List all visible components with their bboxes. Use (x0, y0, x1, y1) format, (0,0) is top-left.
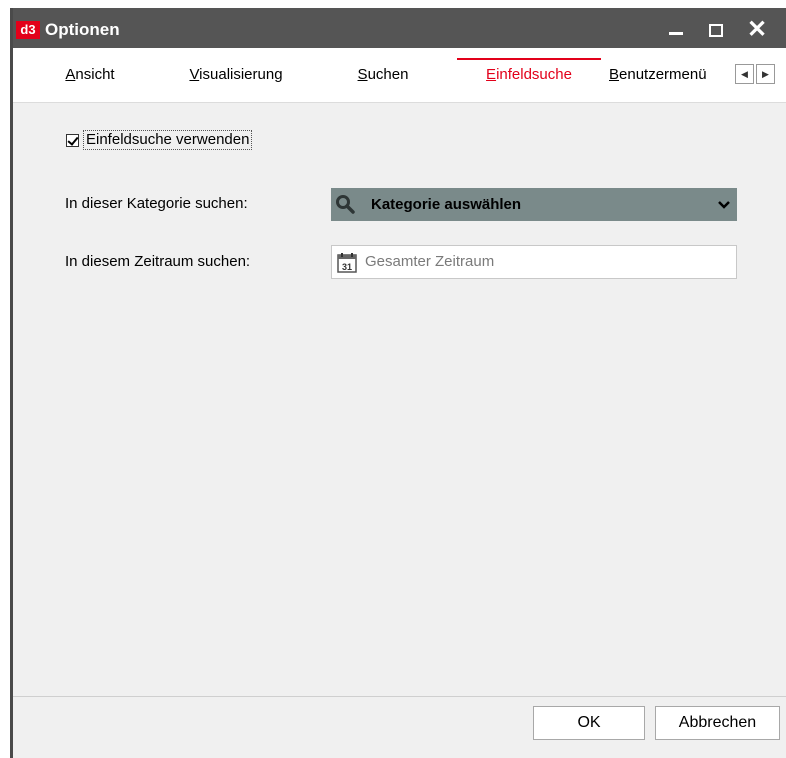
cancel-button[interactable]: Abbrechen (655, 706, 780, 740)
title-bar: d3 Optionen ✕ (13, 8, 786, 48)
minimize-button[interactable] (659, 16, 693, 44)
category-dropdown[interactable]: Kategorie auswählen (331, 188, 737, 221)
tab-mnemonic: S (357, 66, 368, 83)
close-icon: ✕ (746, 16, 768, 43)
tab-visualisierung[interactable]: Visualisierung (166, 60, 306, 90)
calendar-icon: 31 (337, 253, 357, 277)
tab-label: infeldsuche (496, 66, 572, 83)
einfeldsuche-panel: Einfeldsuche verwenden In dieser Kategor… (13, 103, 786, 703)
tab-scroll-left-button[interactable]: ◀ (735, 64, 754, 84)
ok-button[interactable]: OK (533, 706, 645, 740)
tab-mnemonic: A (65, 66, 76, 83)
use-einfeldsuche-row: Einfeldsuche verwenden (66, 130, 253, 150)
tab-mnemonic: V (189, 66, 200, 83)
d3-logo-icon: d3 (16, 21, 40, 39)
tab-strip: Ansicht Visualisierung Suchen Einfeldsuc… (13, 48, 786, 103)
minimize-icon (669, 31, 683, 35)
tab-label: isualisierung (199, 66, 283, 83)
timerange-value: Gesamter Zeitraum (365, 253, 495, 270)
tab-scroll-right-button[interactable]: ▶ (756, 64, 775, 84)
window-title: Optionen (45, 20, 120, 39)
category-label: In dieser Kategorie suchen: (65, 195, 248, 212)
search-icon (335, 194, 355, 218)
tab-benutzermenue[interactable]: Benutzermenü (609, 60, 735, 90)
timerange-field[interactable]: 31 Gesamter Zeitraum (331, 245, 737, 279)
close-button[interactable]: ✕ (740, 16, 774, 44)
footer-divider (13, 696, 786, 697)
maximize-icon (709, 23, 723, 37)
maximize-button[interactable] (699, 16, 733, 44)
chevron-down-icon (717, 198, 731, 215)
category-dropdown-value: Kategorie auswählen (371, 196, 522, 213)
tab-einfeldsuche[interactable]: Einfeldsuche (457, 58, 601, 90)
tab-mnemonic: B (609, 66, 620, 83)
calendar-day-number: 31 (342, 262, 352, 272)
tab-mnemonic: E (486, 66, 497, 83)
timerange-label: In diesem Zeitraum suchen: (65, 253, 251, 270)
options-window: d3 Optionen ✕ Ansicht Visualisierung Suc… (10, 8, 786, 758)
use-einfeldsuche-label[interactable]: Einfeldsuche verwenden (83, 130, 253, 150)
tab-label: nsicht (75, 66, 115, 83)
tab-label: enutzermenü (619, 66, 707, 83)
tab-label: uchen (367, 66, 409, 83)
tab-suchen[interactable]: Suchen (313, 60, 453, 90)
tab-ansicht[interactable]: Ansicht (28, 60, 152, 90)
use-einfeldsuche-checkbox[interactable] (66, 133, 79, 147)
